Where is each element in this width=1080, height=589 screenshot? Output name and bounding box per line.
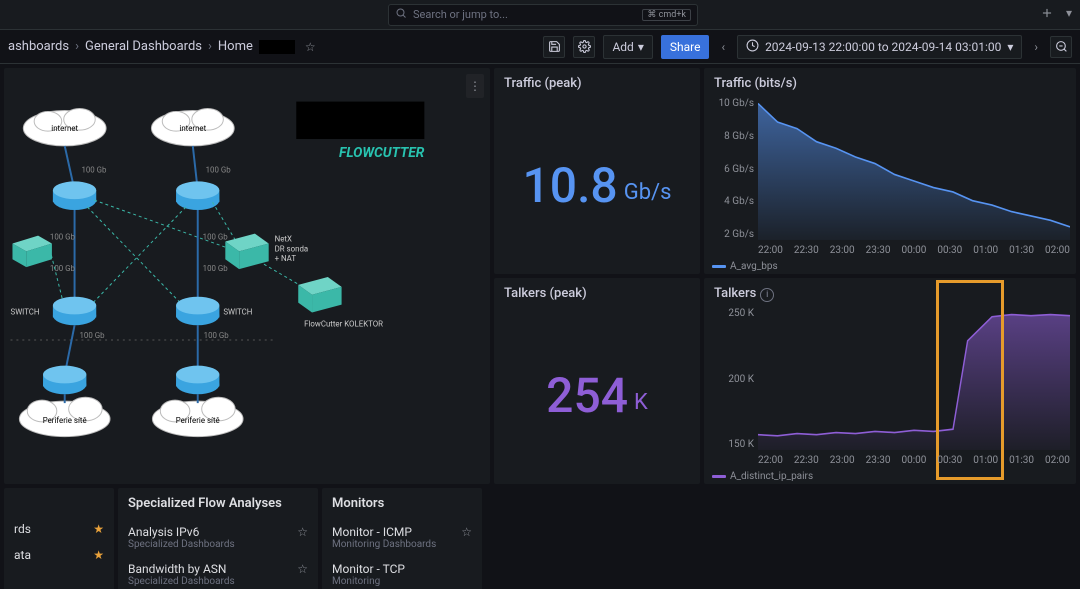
- monitors-list: Monitors Monitor - ICMPMonitoring Dashbo…: [322, 488, 482, 589]
- star-icon[interactable]: ☆: [297, 562, 308, 576]
- save-icon[interactable]: [543, 36, 565, 58]
- talkers-legend[interactable]: A_distinct_ip_pairs: [712, 471, 813, 482]
- star-icon[interactable]: ★: [93, 522, 104, 536]
- add-button[interactable]: Add▾: [603, 35, 652, 59]
- crumb-2[interactable]: General Dashboards: [85, 39, 202, 54]
- svg-text:100 Gb: 100 Gb: [79, 331, 105, 340]
- router-3: [53, 297, 96, 326]
- zoom-out-icon[interactable]: [1050, 36, 1072, 58]
- netx-box: [225, 234, 268, 269]
- talkers-yaxis: 250 K 200 K 150 K: [712, 308, 754, 450]
- favorite-toggle[interactable]: ☆: [305, 40, 316, 54]
- talkers-peak-value: 254: [546, 367, 628, 424]
- talkers-plot[interactable]: [758, 308, 1070, 450]
- add-icon[interactable]: [1040, 6, 1054, 23]
- svg-text:100 Gb: 100 Gb: [206, 166, 232, 175]
- star-icon[interactable]: ☆: [461, 525, 472, 539]
- list-item[interactable]: Monitor - TCPMonitoring: [332, 556, 472, 589]
- talkers-peak-panel: Talkers (peak) 254 K: [494, 278, 700, 484]
- panel-title: Talkers (peak): [494, 278, 700, 309]
- brand-label: FLOWCUTTER: [339, 145, 425, 161]
- search-placeholder: Search or jump to...: [413, 8, 508, 21]
- cloud-internet-1: internet: [23, 108, 106, 145]
- search-input[interactable]: Search or jump to... ⌘ cmd+k: [388, 4, 698, 26]
- panel-title: Talkersi: [704, 278, 1076, 310]
- list-item[interactable]: ata ★: [14, 542, 104, 568]
- svg-text:100 Gb: 100 Gb: [204, 331, 230, 340]
- chevron-down-icon[interactable]: ▾: [1066, 6, 1072, 23]
- traffic-chart-panel: Traffic (bits/s) 10 Gb/s 8 Gb/s 6 Gb/s 4…: [704, 68, 1076, 274]
- svg-text:SWITCH: SWITCH: [11, 307, 40, 316]
- cloud-internet-2: internet: [151, 108, 234, 145]
- traffic-plot[interactable]: [758, 98, 1070, 240]
- topbar: Search or jump to... ⌘ cmd+k ▾: [0, 0, 1080, 30]
- time-next[interactable]: ›: [1030, 40, 1042, 54]
- gear-icon[interactable]: [573, 36, 595, 58]
- svg-text:SWITCH: SWITCH: [223, 307, 252, 316]
- traffic-peak-unit: Gb/s: [624, 180, 672, 205]
- traffic-xaxis: 22:0022:3023:0023:3000:0000:3001:0001:30…: [758, 245, 1070, 256]
- crumb-1[interactable]: ashboards: [8, 39, 69, 54]
- cloud-periferie-1: Periferie sítě: [19, 397, 110, 436]
- router-2: [176, 181, 219, 210]
- redacted: [259, 40, 295, 54]
- svg-text:FlowCutter KOLEKTOR: FlowCutter KOLEKTOR: [304, 319, 383, 328]
- star-icon[interactable]: ★: [93, 548, 104, 562]
- panel-title: Traffic (peak): [494, 68, 700, 99]
- svg-text:DR sonda: DR sonda: [275, 244, 309, 253]
- list-title: Monitors: [332, 496, 472, 511]
- subbar: ashboards › General Dashboards › Home ☆ …: [0, 30, 1080, 64]
- list-item[interactable]: Analysis IPv6Specialized Dashboards ☆: [128, 519, 308, 556]
- router-4: [176, 297, 219, 326]
- svg-text:NetX: NetX: [275, 235, 292, 244]
- breadcrumb: ashboards › General Dashboards › Home: [8, 39, 295, 54]
- kolektor-box: [298, 277, 341, 312]
- svg-text:100 Gb: 100 Gb: [50, 233, 76, 242]
- left-box: [12, 236, 51, 268]
- panel-title: Traffic (bits/s): [704, 68, 1076, 99]
- svg-text:100 Gb: 100 Gb: [203, 264, 229, 273]
- list-title: Specialized Flow Analyses: [128, 496, 308, 511]
- time-range-label: 2024-09-13 22:00:00 to 2024-09-14 03:01:…: [765, 40, 1001, 54]
- svg-text:100 Gb: 100 Gb: [203, 233, 229, 242]
- share-button[interactable]: Share: [661, 35, 710, 59]
- svg-text:Periferie sítě: Periferie sítě: [176, 416, 220, 425]
- search-kbd: ⌘ cmd+k: [642, 9, 691, 21]
- svg-text:Periferie sítě: Periferie sítě: [43, 416, 87, 425]
- time-prev[interactable]: ‹: [717, 40, 729, 54]
- time-picker[interactable]: 2024-09-13 22:00:00 to 2024-09-14 03:01:…: [737, 35, 1022, 59]
- svg-text:100 Gb: 100 Gb: [81, 166, 107, 175]
- crumb-3[interactable]: Home: [218, 39, 253, 54]
- svg-text:+ NAT: + NAT: [275, 254, 297, 263]
- left-list: rds ★ ata ★: [4, 488, 114, 589]
- cloud-periferie-2: Periferie sítě: [152, 397, 243, 436]
- clock-icon: [746, 39, 759, 55]
- search-icon: [395, 7, 407, 22]
- svg-text:100 Gb: 100 Gb: [50, 264, 76, 273]
- topology-panel: ⋮ FLOWCUTTER internet internet: [4, 68, 490, 484]
- traffic-peak-panel: Traffic (peak) 10.8 Gb/s: [494, 68, 700, 274]
- list-item[interactable]: rds ★: [14, 516, 104, 542]
- router-1: [53, 181, 96, 210]
- star-icon[interactable]: ☆: [297, 525, 308, 539]
- router-5: [43, 366, 86, 395]
- list-item[interactable]: Monitor - ICMPMonitoring Dashboards ☆: [332, 519, 472, 556]
- traffic-yaxis: 10 Gb/s 8 Gb/s 6 Gb/s 4 Gb/s 2 Gb/s: [712, 98, 754, 240]
- svg-text:internet: internet: [179, 124, 206, 133]
- traffic-peak-value: 10.8: [523, 157, 618, 214]
- info-icon[interactable]: i: [760, 288, 774, 302]
- router-6: [176, 366, 219, 395]
- talkers-peak-unit: K: [634, 390, 648, 415]
- talkers-chart-panel: Talkersi 250 K 200 K 150 K 22:0022:3023:…: [704, 278, 1076, 484]
- svg-text:internet: internet: [51, 124, 78, 133]
- talkers-xaxis: 22:0022:3023:0023:3000:0000:3001:0001:30…: [758, 455, 1070, 466]
- specialized-list: Specialized Flow Analyses Analysis IPv6S…: [118, 488, 318, 589]
- list-item[interactable]: Bandwidth by ASNSpecialized Dashboards ☆: [128, 556, 308, 589]
- traffic-legend[interactable]: A_avg_bps: [712, 261, 778, 272]
